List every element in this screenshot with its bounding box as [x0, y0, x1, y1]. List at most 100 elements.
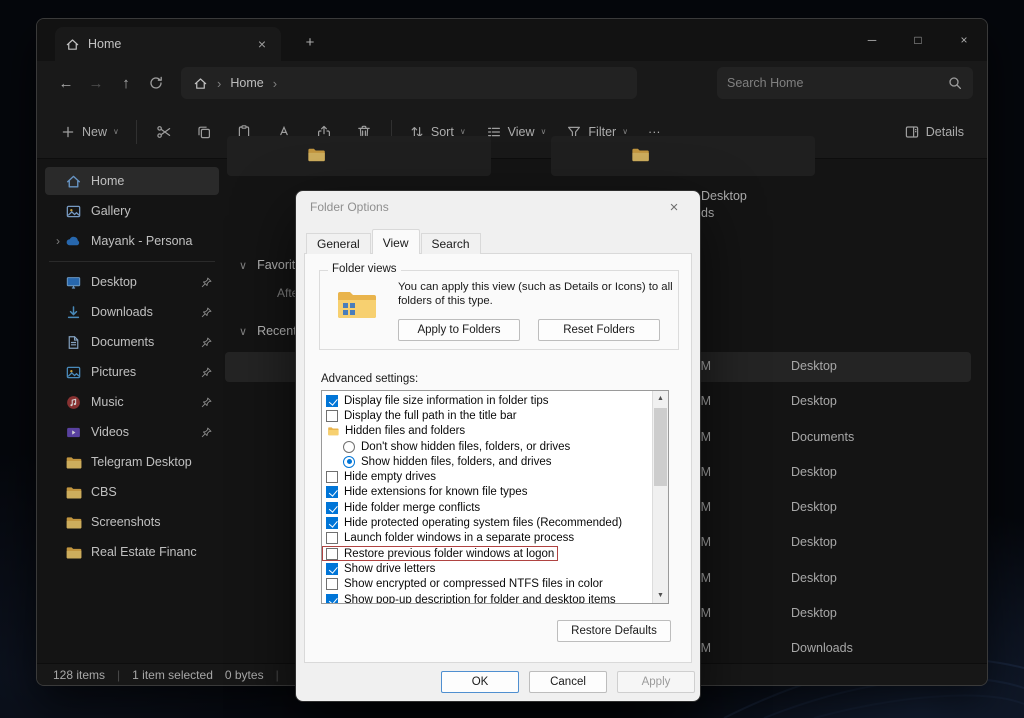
new-button[interactable]: New ∨ [51, 115, 128, 149]
apply-button[interactable]: Apply [617, 671, 695, 693]
setting-hide-extensions-for-known-file-types[interactable]: Hide extensions for known file types [322, 485, 651, 500]
setting-display-file-size-information-in-folder-tips[interactable]: Display file size information in folder … [322, 393, 651, 408]
details-button[interactable]: Details [895, 115, 973, 149]
tab-close-button[interactable]: × [253, 36, 271, 52]
sidebar-item-real-estate-financ[interactable]: Real Estate Financ [45, 538, 219, 566]
cut-icon [156, 124, 172, 140]
tab-search[interactable]: Search [421, 233, 481, 254]
favorite-tile[interactable] [551, 136, 815, 176]
close-button[interactable]: × [941, 19, 987, 61]
tab-view[interactable]: View [372, 229, 420, 254]
folder-icon [305, 145, 327, 164]
folder-icon[interactable] [326, 425, 340, 437]
reset-folders-button[interactable]: Reset Folders [538, 319, 660, 341]
pin-icon [200, 276, 213, 289]
checkbox-checked[interactable] [326, 502, 338, 514]
setting-hide-folder-merge-conflicts[interactable]: Hide folder merge conflicts [322, 500, 651, 515]
sidebar-item-videos[interactable]: Videos [45, 418, 219, 446]
folder-views-description: You can apply this view (such as Details… [398, 280, 676, 308]
chevron-down-icon: ∨ [541, 127, 547, 136]
checkbox-unchecked[interactable] [326, 578, 338, 590]
sidebar-item-music[interactable]: Music [45, 388, 219, 416]
refresh-icon [148, 75, 164, 91]
documents-icon [65, 334, 82, 351]
chevron-right-icon[interactable]: › [51, 234, 65, 248]
checkbox-checked[interactable] [326, 594, 338, 605]
section-label: Recent [257, 324, 297, 338]
section-recent[interactable]: ∨ Recent [239, 324, 297, 338]
setting-don-t-show-hidden-files-folders-or-drives[interactable]: Don't show hidden files, folders, or dri… [322, 439, 651, 454]
folder-icon [65, 484, 82, 501]
setting-show-drive-letters[interactable]: Show drive letters [322, 561, 651, 576]
sidebar-item-label: Pictures [91, 365, 200, 379]
scroll-up-arrow[interactable]: ▲ [653, 391, 668, 406]
sidebar-item-gallery[interactable]: Gallery [45, 197, 219, 225]
checkbox-checked[interactable] [326, 395, 338, 407]
setting-show-pop-up-description-for-folder-and-deskt[interactable]: Show pop-up description for folder and d… [322, 592, 651, 604]
radio-selected[interactable] [343, 456, 355, 468]
new-tab-button[interactable]: + [299, 31, 321, 53]
maximize-button[interactable]: □ [895, 19, 941, 61]
folder-options-dialog: Folder Options × General View Search Fol… [295, 190, 701, 702]
checkbox-checked[interactable] [326, 517, 338, 529]
minimize-button[interactable]: ─ [849, 19, 895, 61]
pin-icon [200, 336, 213, 349]
setting-show-hidden-files-folders-and-drives[interactable]: Show hidden files, folders, and drives [322, 454, 651, 469]
search-box[interactable] [717, 67, 973, 99]
scrollbar[interactable]: ▲ ▼ [652, 391, 668, 603]
sidebar-item-screenshots[interactable]: Screenshots [45, 508, 219, 536]
restore-defaults-button[interactable]: Restore Defaults [557, 620, 671, 642]
sidebar-item-telegram-desktop[interactable]: Telegram Desktop [45, 448, 219, 476]
setting-hidden-files-and-folders[interactable]: Hidden files and folders [322, 424, 651, 439]
favorite-tile[interactable] [227, 136, 491, 176]
ok-button[interactable]: OK [441, 671, 519, 693]
sidebar-item-mayank-persona[interactable]: ›Mayank - Persona [45, 227, 219, 255]
setting-show-encrypted-or-compressed-ntfs-files-in-c[interactable]: Show encrypted or compressed NTFS files … [322, 577, 651, 592]
sidebar-item-label: Home [91, 174, 219, 188]
scroll-down-arrow[interactable]: ▼ [653, 588, 668, 603]
sidebar-item-documents[interactable]: Documents [45, 328, 219, 356]
divider [136, 120, 137, 144]
search-input[interactable] [727, 76, 947, 90]
breadcrumb[interactable]: › Home › [181, 67, 637, 99]
cut-button[interactable] [145, 115, 183, 149]
setting-display-the-full-path-in-the-title-bar[interactable]: Display the full path in the title bar [322, 408, 651, 423]
checkbox-checked[interactable] [326, 563, 338, 575]
folder-views-legend: Folder views [328, 263, 401, 275]
sidebar-item-desktop[interactable]: Desktop [45, 268, 219, 296]
setting-label: Hidden files and folders [345, 425, 465, 437]
file-label-fragment: Desktop [701, 189, 747, 203]
file-location: Desktop [791, 571, 837, 585]
up-button[interactable]: ↑ [111, 68, 141, 98]
setting-restore-previous-folder-windows-at-logon[interactable]: Restore previous folder windows at logon [322, 546, 558, 561]
explorer-tab-home[interactable]: Home × [55, 27, 281, 61]
sidebar-item-cbs[interactable]: CBS [45, 478, 219, 506]
checkbox-unchecked[interactable] [326, 532, 338, 544]
breadcrumb-item-home[interactable]: Home [230, 76, 263, 90]
checkbox-checked[interactable] [326, 486, 338, 498]
setting-launch-folder-windows-in-a-separate-process[interactable]: Launch folder windows in a separate proc… [322, 531, 651, 546]
scrollbar-thumb[interactable] [654, 408, 667, 486]
cancel-button[interactable]: Cancel [529, 671, 607, 693]
chevron-down-icon: ∨ [622, 127, 628, 136]
search-icon [947, 75, 963, 91]
forward-button[interactable]: → [81, 68, 111, 98]
checkbox-unchecked[interactable] [326, 471, 338, 483]
videos-icon [65, 424, 82, 441]
sidebar-item-home[interactable]: Home [45, 167, 219, 195]
checkbox-unchecked[interactable] [326, 548, 338, 560]
radio-unselected[interactable] [343, 441, 355, 453]
copy-button[interactable] [185, 115, 223, 149]
desktop: Home × + ─ □ × ← → ↑ › Home › [0, 0, 1024, 718]
refresh-button[interactable] [141, 68, 171, 98]
back-button[interactable]: ← [51, 68, 81, 98]
copy-icon [196, 124, 212, 140]
apply-to-folders-button[interactable]: Apply to Folders [398, 319, 520, 341]
setting-hide-protected-operating-system-files-recomm[interactable]: Hide protected operating system files (R… [322, 515, 651, 530]
dialog-close-button[interactable]: × [662, 199, 686, 216]
checkbox-unchecked[interactable] [326, 410, 338, 422]
tab-general[interactable]: General [306, 233, 371, 254]
sidebar-item-downloads[interactable]: Downloads [45, 298, 219, 326]
sidebar-item-pictures[interactable]: Pictures [45, 358, 219, 386]
setting-hide-empty-drives[interactable]: Hide empty drives [322, 469, 651, 484]
